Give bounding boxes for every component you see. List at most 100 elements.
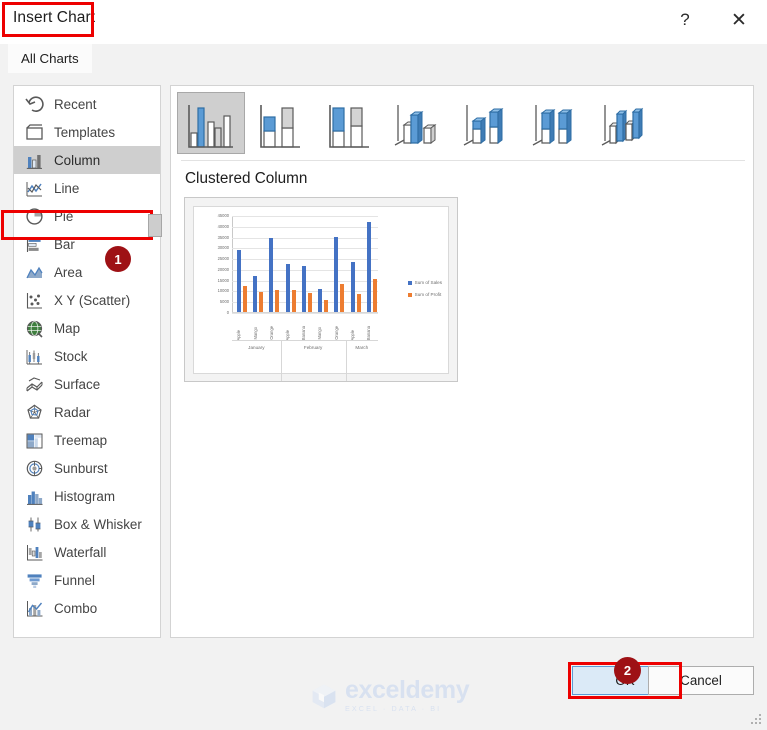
chart-bar: [334, 236, 339, 312]
chart-preview-box[interactable]: 45000 40000 35000 30000 25000 20000 15000 10000…: [184, 197, 458, 382]
sidebar-item-x-y-scatter[interactable]: X Y (Scatter): [14, 286, 160, 314]
bar-group: [281, 216, 297, 312]
sidebar-item-box-whisker[interactable]: Box & Whisker: [14, 510, 160, 538]
chart-subtype-thumbnails[interactable]: [171, 86, 753, 158]
sidebar-item-pie[interactable]: Pie: [14, 202, 160, 230]
chart-bar: [350, 262, 355, 312]
sidebar-item-label: Recent: [54, 96, 97, 112]
sidebar-item-waterfall[interactable]: Waterfall: [14, 538, 160, 566]
pie-chart-icon: [23, 206, 45, 226]
legend-swatch: [407, 281, 412, 286]
sidebar-item-funnel[interactable]: Funnel: [14, 566, 160, 594]
sidebar-item-label: Pie: [54, 208, 74, 224]
sidebar-item-line[interactable]: Line: [14, 174, 160, 202]
legend-label: Sum of Profit: [414, 291, 442, 297]
watermark: exceldemy EXCEL · DATA · BI: [310, 678, 470, 713]
sidebar-item-templates[interactable]: Templates: [14, 118, 160, 146]
help-button[interactable]: ?: [662, 0, 708, 40]
category-label: Banana: [301, 325, 307, 340]
category-list-scrollbar[interactable]: [148, 214, 162, 237]
sidebar-item-column[interactable]: Column: [14, 146, 160, 174]
y-axis-tick: 25000: [217, 256, 229, 262]
chart-bar: [356, 294, 361, 312]
step-badge-2: 2: [614, 657, 641, 684]
y-axis-tick: 5000: [219, 299, 229, 305]
funnel-chart-icon: [23, 570, 45, 590]
chart-bar: [372, 279, 377, 312]
sidebar-item-surface[interactable]: Surface: [14, 370, 160, 398]
chart-bar: [340, 283, 345, 312]
chart-plot-area: 45000 40000 35000 30000 25000 20000 15000 10000…: [218, 213, 378, 315]
chart-category-list[interactable]: Recent Templates Column Line Pie Bar Area X Y (…: [13, 85, 161, 638]
close-button[interactable]: ✕: [716, 0, 762, 40]
treemap-chart-icon: [23, 430, 45, 450]
chart-preview: 45000 40000 35000 30000 25000 20000 15000 10000…: [193, 206, 449, 381]
y-axis-tick: 0: [226, 309, 229, 315]
bar-group: [232, 216, 248, 312]
chart-bar: [259, 292, 264, 312]
chart-bar: [366, 221, 371, 312]
chart-subtype-3-d-100-stacked-column[interactable]: [522, 92, 590, 154]
sidebar-item-recent[interactable]: Recent: [14, 90, 160, 118]
sidebar-item-label: X Y (Scatter): [54, 292, 131, 308]
watermark-tagline: EXCEL · DATA · BI: [345, 703, 442, 713]
sidebar-item-combo[interactable]: Combo: [14, 594, 160, 622]
chart-bar: [253, 276, 258, 312]
group-label: January: [248, 345, 265, 350]
bar-group: [264, 216, 280, 312]
sidebar-item-treemap[interactable]: Treemap: [14, 426, 160, 454]
sidebar-item-label: Templates: [54, 124, 116, 140]
sidebar-item-map[interactable]: Map: [14, 314, 160, 342]
templates-icon: [23, 122, 45, 142]
chart-subtype-100-stacked-column[interactable]: [315, 92, 383, 154]
chart-bar: [269, 238, 274, 312]
category-label: Banana: [366, 325, 372, 340]
chart-subtype-clustered-column[interactable]: [177, 92, 245, 154]
category-label: Apple: [236, 329, 242, 340]
chart-subtype-stacked-column[interactable]: [246, 92, 314, 154]
sidebar-item-stock[interactable]: Stock: [14, 342, 160, 370]
sidebar-item-label: Bar: [54, 236, 75, 252]
sidebar-item-histogram[interactable]: Histogram: [14, 482, 160, 510]
radar-chart-icon: [23, 402, 45, 422]
bar-group: [329, 216, 345, 312]
sunburst-chart-icon: [23, 458, 45, 478]
sidebar-item-radar[interactable]: Radar: [14, 398, 160, 426]
tab-all-charts[interactable]: All Charts: [8, 44, 92, 73]
bar-group: [362, 216, 378, 312]
recent-icon: [23, 94, 45, 114]
bar-group: [313, 216, 329, 312]
sidebar-item-label: Combo: [54, 600, 98, 616]
dialog-title-bar: Insert Chart ? ✕: [0, 0, 767, 44]
chart-subtype-3-d-clustered-column[interactable]: [384, 92, 452, 154]
sidebar-item-label: Treemap: [54, 432, 108, 448]
bar-group: [248, 216, 264, 312]
sidebar-item-label: Waterfall: [54, 544, 107, 560]
chart-bar: [307, 293, 312, 312]
cancel-button[interactable]: Cancel: [648, 666, 754, 695]
sidebar-item-label: Surface: [54, 376, 101, 392]
chart-bar: [318, 289, 323, 312]
sidebar-item-label: Radar: [54, 404, 91, 420]
y-axis-tick: 15000: [217, 277, 229, 283]
chart-subtype-pane: Clustered Column 45000 40000 35000 30000 250…: [170, 85, 754, 638]
chart-subtype-3-d-stacked-column[interactable]: [453, 92, 521, 154]
category-axis-labels: Apple Mango Orange Apple Banana Mango Orange Ap…: [232, 312, 378, 341]
bar-group: [297, 216, 313, 312]
line-chart-icon: [23, 178, 45, 198]
sidebar-item-label: Column: [54, 152, 101, 168]
exceldemy-logo-icon: [312, 684, 336, 709]
legend-item: Sum of Profit: [407, 291, 442, 298]
sidebar-item-area[interactable]: Area: [14, 258, 160, 286]
sidebar-item-sunburst[interactable]: Sunburst: [14, 454, 160, 482]
group-axis-labels: January February March: [232, 340, 378, 381]
bar-chart-icon: [23, 234, 45, 254]
sidebar-item-label: Histogram: [54, 488, 116, 504]
sidebar-item-bar[interactable]: Bar: [14, 230, 160, 258]
y-axis-tick: 20000: [217, 266, 229, 272]
resize-grip[interactable]: [751, 714, 762, 725]
map-chart-icon: [23, 318, 45, 338]
category-label: Orange: [268, 326, 274, 340]
y-axis-tick: 35000: [217, 234, 229, 240]
chart-subtype-3-d-column[interactable]: [591, 92, 659, 154]
